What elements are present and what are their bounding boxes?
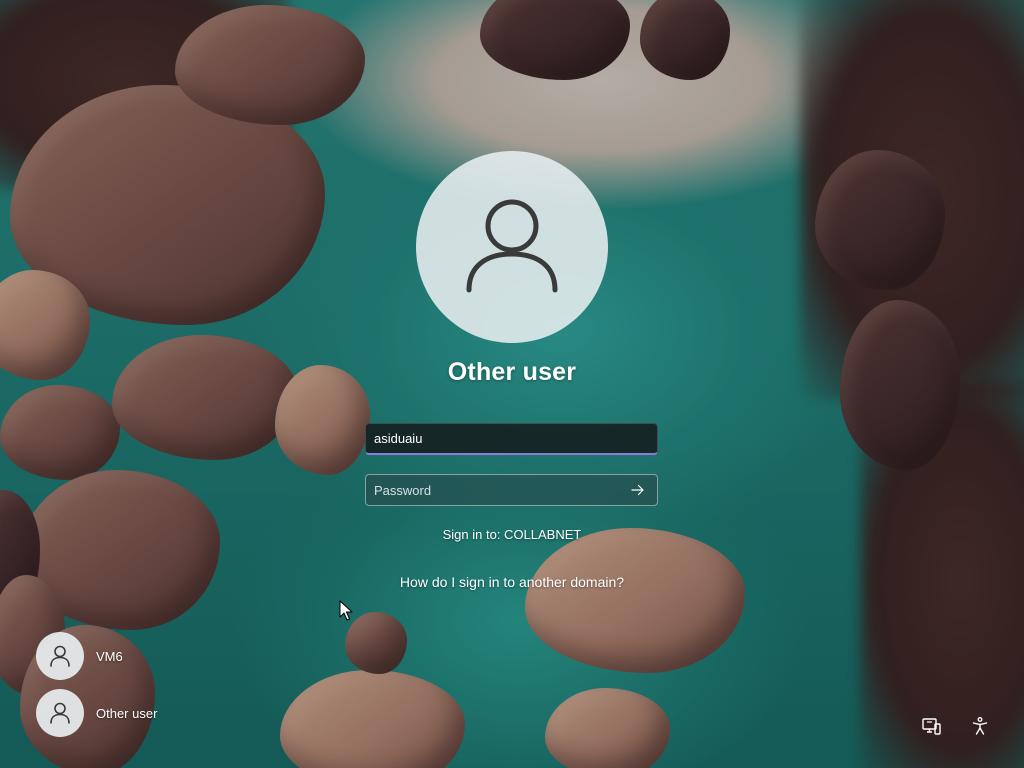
another-domain-link[interactable]: How do I sign in to another domain? <box>400 574 624 590</box>
username-field[interactable] <box>365 423 658 455</box>
username-input[interactable] <box>366 424 614 453</box>
username-title: Other user <box>447 358 577 386</box>
user-avatar-large <box>416 151 608 343</box>
person-icon <box>50 645 70 667</box>
user-tile-label: Other user <box>96 705 158 721</box>
person-icon <box>50 702 70 724</box>
network-button[interactable] <box>919 714 943 738</box>
sign-in-domain-text: Sign in to: COLLABNET <box>442 527 582 542</box>
accessibility-button[interactable] <box>968 714 992 738</box>
submit-button[interactable] <box>625 478 651 502</box>
network-icon <box>922 718 941 735</box>
person-icon <box>466 199 558 293</box>
user-tile-label: VM6 <box>96 648 123 664</box>
password-input[interactable] <box>366 476 614 504</box>
user-avatar <box>36 689 84 737</box>
lock-screen: Other user Sign in to: COLLABNET How do … <box>0 0 1024 768</box>
arrow-right-icon <box>631 484 644 496</box>
mouse-cursor-icon <box>339 600 353 621</box>
password-field[interactable] <box>365 474 658 506</box>
user-avatar <box>36 632 84 680</box>
user-tile-vm6[interactable]: VM6 <box>36 632 123 680</box>
accessibility-icon <box>972 717 988 735</box>
user-tile-other-user[interactable]: Other user <box>36 689 157 737</box>
